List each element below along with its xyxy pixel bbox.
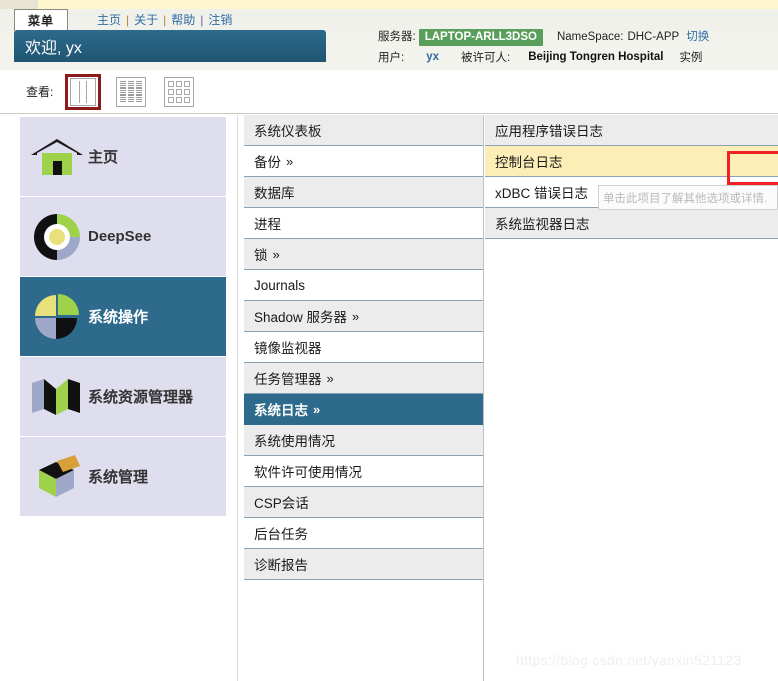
- sidebar-item-system-explorer[interactable]: 系统资源管理器: [20, 357, 226, 436]
- sidebar-item-label-system-explorer: 系统资源管理器: [88, 389, 194, 406]
- menu-item-label: 系统仪表板: [254, 124, 322, 139]
- licensed-to-label: 被许可人:: [461, 51, 511, 64]
- user-label: 用户:: [378, 51, 405, 64]
- menu-item-system-dashboard[interactable]: 系统仪表板: [244, 115, 483, 146]
- licensed-to-value: Beijing Tongren Hospital: [528, 50, 664, 63]
- nav-link-help[interactable]: 帮助: [166, 11, 200, 28]
- grid-view-glyph: [164, 76, 195, 107]
- menu-item-label: Journals: [254, 277, 306, 293]
- menu-item-chevron: »: [352, 308, 360, 324]
- menu-item-chevron: »: [286, 153, 294, 169]
- list-view-icon[interactable]: [113, 74, 149, 110]
- submenu-item-label: 系统监视器日志: [495, 217, 590, 232]
- view-toolbar: 查看:: [0, 70, 778, 114]
- menu-item-processes[interactable]: 进程: [244, 208, 483, 239]
- menu-item-label: 后台任务: [254, 527, 308, 542]
- watermark: https://blog.csdn.net/yaoxin521123: [516, 652, 742, 668]
- server-info-row2: 用户: yx 被许可人: Beijing Tongren Hospital 实例: [378, 47, 702, 66]
- sidebar: 主页 DeepSee 系统操作 系统资源管理器 系统管理: [20, 117, 226, 517]
- menu-item-system-logs[interactable]: 系统日志 »: [244, 394, 483, 425]
- submenu-item-console-log[interactable]: 控制台日志: [485, 146, 778, 177]
- sidebar-item-label-system-administration: 系统管理: [88, 469, 149, 486]
- grid-view-icon[interactable]: [161, 74, 197, 110]
- menu-item-locks[interactable]: 锁 »: [244, 239, 483, 270]
- welcome-banner: 欢迎, yx: [14, 30, 326, 62]
- top-accent-strip: [0, 0, 778, 9]
- view-toolbar-label: 查看:: [26, 85, 54, 99]
- menu-item-label: 进程: [254, 217, 281, 232]
- folded-ribbon-icon: [26, 368, 88, 426]
- top-nav-links: 主页 | 关于 | 帮助 | 注销: [92, 11, 237, 28]
- submenu-item-label: 控制台日志: [495, 155, 563, 170]
- welcome-text: 欢迎, yx: [25, 40, 82, 57]
- menu-item-label: CSP会话: [254, 496, 309, 511]
- home-icon: [26, 128, 88, 186]
- menu-item-label: 任务管理器: [254, 372, 322, 387]
- submenu-item-label: xDBC 错误日志: [495, 186, 589, 201]
- server-name-badge: LAPTOP-ARLL3DSO: [418, 29, 543, 46]
- sidebar-item-system-operation[interactable]: 系统操作: [20, 277, 226, 356]
- submenu-item-system-monitor-log[interactable]: 系统监视器日志: [485, 208, 778, 239]
- sidebar-item-system-administration[interactable]: 系统管理: [20, 437, 226, 516]
- main-content: 主页 DeepSee 系统操作 系统资源管理器 系统管理 系统仪表板 备份 » …: [0, 115, 778, 681]
- list-view-glyph: [116, 76, 147, 107]
- menu-item-databases[interactable]: 数据库: [244, 177, 483, 208]
- menu-item-label: 数据库: [254, 186, 295, 201]
- hint-tooltip: 单击此项目了解其他选项或详情.: [598, 185, 778, 210]
- menu-item-label: 软件许可使用情况: [254, 465, 362, 480]
- columns-view-glyph: [70, 77, 97, 106]
- instance-label: 实例: [679, 51, 703, 64]
- sidebar-item-label-system-operation: 系统操作: [88, 309, 149, 326]
- sidebar-item-label-deepsee: DeepSee: [88, 228, 152, 245]
- column-separator-1: [237, 115, 238, 681]
- menu-item-background-tasks[interactable]: 后台任务: [244, 518, 483, 549]
- menu-item-shadow-servers[interactable]: Shadow 服务器 »: [244, 301, 483, 332]
- right-menu-column: 应用程序错误日志 控制台日志 xDBC 错误日志 系统监视器日志 单击此项目了解…: [485, 115, 778, 681]
- menu-item-backup[interactable]: 备份 »: [244, 146, 483, 177]
- top-accent-strip-left: [0, 0, 38, 9]
- menu-item-system-usage[interactable]: 系统使用情况: [244, 425, 483, 456]
- menu-item-label: 系统使用情况: [254, 434, 335, 449]
- donut-chart-icon: [26, 208, 88, 266]
- nav-link-about[interactable]: 关于: [129, 11, 163, 28]
- menu-item-label: 诊断报告: [254, 558, 308, 573]
- sidebar-item-label-home: 主页: [88, 149, 119, 166]
- switch-namespace-link[interactable]: 切换: [686, 28, 709, 47]
- menu-item-chevron: »: [326, 370, 334, 386]
- menu-item-task-manager[interactable]: 任务管理器 »: [244, 363, 483, 394]
- menu-tab-label: 菜单: [27, 14, 54, 28]
- pie-chart-icon: [26, 288, 88, 346]
- menu-item-journals[interactable]: Journals: [244, 270, 483, 301]
- menu-item-mirror-monitor[interactable]: 镜像监视器: [244, 332, 483, 363]
- menu-item-label: Shadow 服务器: [254, 310, 348, 325]
- menu-item-license-usage[interactable]: 软件许可使用情况: [244, 456, 483, 487]
- menu-item-label: 镜像监视器: [254, 341, 322, 356]
- menu-item-chevron: »: [272, 246, 280, 262]
- namespace-value: DHC-APP: [627, 31, 680, 43]
- sidebar-item-home[interactable]: 主页: [20, 117, 226, 196]
- user-value: yx: [426, 50, 439, 63]
- submenu-item-application-error-log[interactable]: 应用程序错误日志: [485, 115, 778, 146]
- hint-tooltip-text: 单击此项目了解其他选项或详情.: [603, 192, 768, 205]
- menu-item-label: 锁: [254, 248, 268, 263]
- server-label: 服务器:: [378, 31, 416, 43]
- server-info-row1: 服务器: LAPTOP-ARLL3DSO NameSpace: DHC-APP …: [378, 28, 709, 47]
- nav-link-logout[interactable]: 注销: [203, 11, 237, 28]
- middle-menu-column: 系统仪表板 备份 » 数据库 进程 锁 » Journals Shadow 服务…: [244, 115, 484, 681]
- menu-item-label: 备份: [254, 155, 281, 170]
- columns-view-icon[interactable]: [65, 73, 102, 110]
- sidebar-item-deepsee[interactable]: DeepSee: [20, 197, 226, 276]
- menu-item-diagnostic-report[interactable]: 诊断报告: [244, 549, 483, 580]
- menu-item-csp-sessions[interactable]: CSP会话: [244, 487, 483, 518]
- menu-item-label: 系统日志: [254, 403, 308, 418]
- namespace-label: NameSpace:: [556, 31, 624, 43]
- application-window: 菜单 主页 | 关于 | 帮助 | 注销 欢迎, yx 服务器: LAPTOP-…: [0, 0, 778, 681]
- menu-item-chevron: »: [313, 401, 321, 417]
- nav-link-home[interactable]: 主页: [92, 11, 126, 28]
- cube-box-icon: [26, 448, 88, 506]
- submenu-item-label: 应用程序错误日志: [495, 124, 603, 139]
- menu-tab[interactable]: 菜单: [14, 9, 68, 31]
